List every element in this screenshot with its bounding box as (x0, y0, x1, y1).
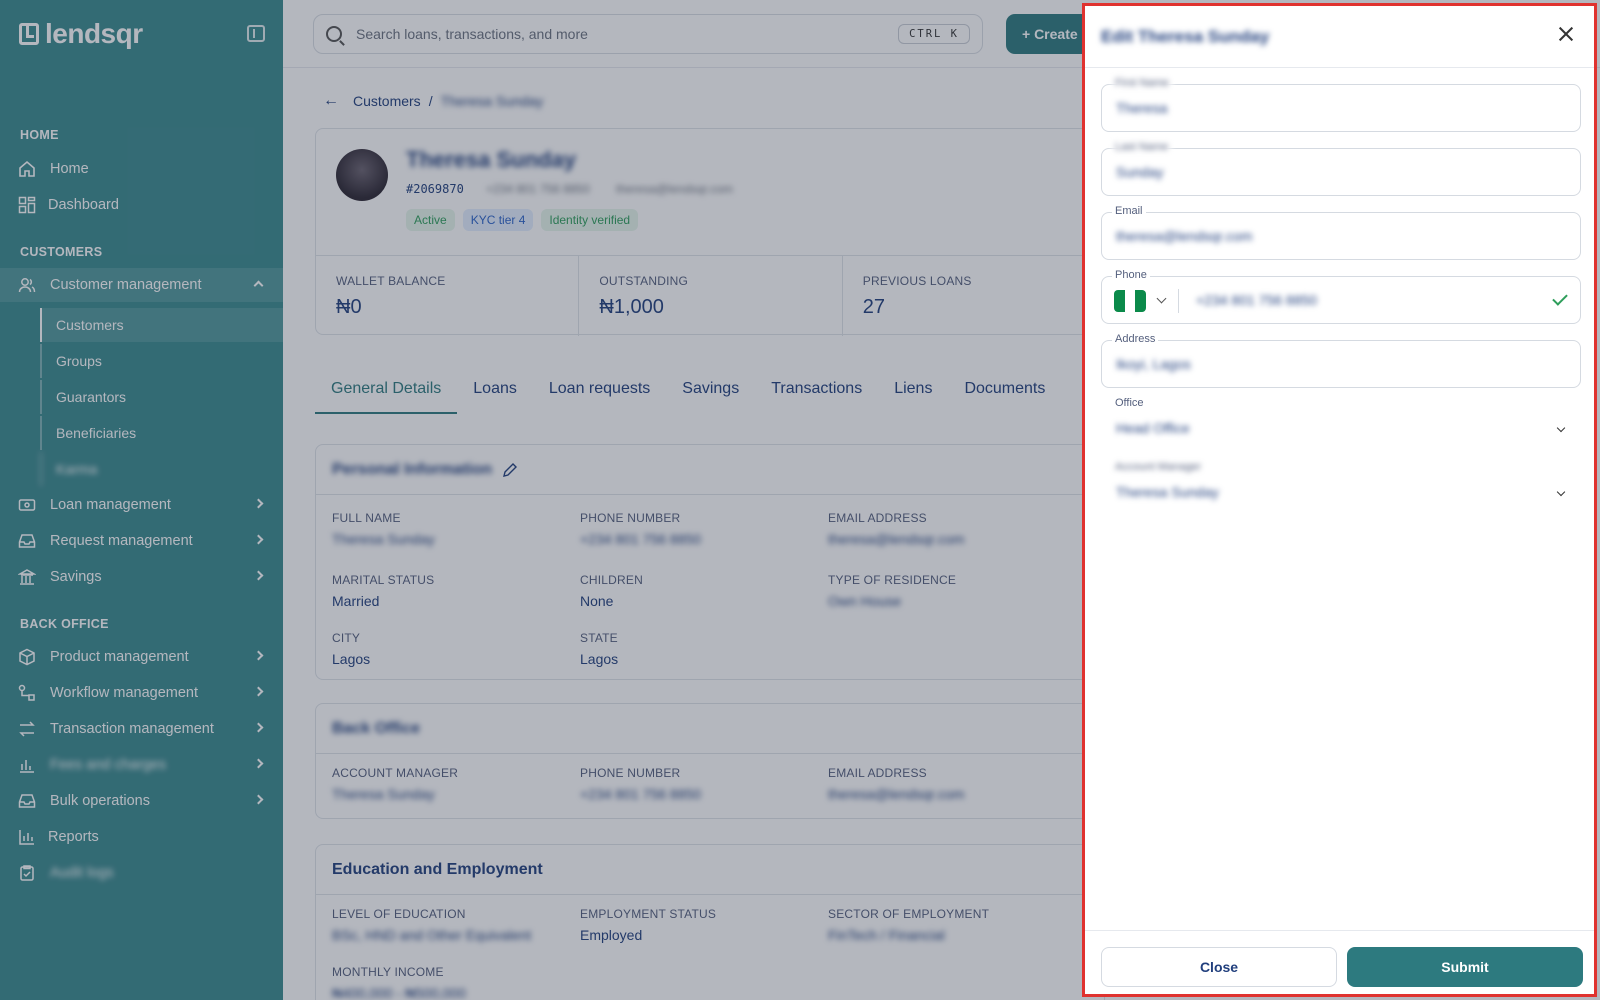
chevron-down-icon (1556, 487, 1566, 497)
field-label: Last Name (1112, 141, 1172, 153)
close-icon[interactable] (1555, 24, 1577, 46)
email-field[interactable]: Email theresa@lendsqr.com (1101, 205, 1581, 260)
divider (1178, 289, 1179, 313)
divider (1085, 67, 1594, 68)
field-value: Theresa Sunday (1116, 484, 1219, 500)
field-value: +234 801 756 8850 (1196, 292, 1318, 308)
phone-field[interactable]: Phone +234 801 756 8850 (1101, 269, 1581, 324)
chevron-down-icon[interactable] (1156, 293, 1167, 304)
submit-button[interactable]: Submit (1347, 947, 1583, 987)
field-label: First Name (1112, 77, 1172, 89)
check-icon (1552, 290, 1568, 306)
last-name-field[interactable]: Last Name Sunday (1101, 141, 1581, 196)
close-button[interactable]: Close (1101, 947, 1337, 987)
drawer-title: Edit Theresa Sunday (1101, 27, 1270, 46)
field-value: theresa@lendsqr.com (1116, 228, 1253, 244)
divider (1085, 930, 1594, 931)
field-value: Head Office (1116, 420, 1190, 436)
edit-customer-drawer: Edit Theresa Sunday First Name Theresa L… (1082, 3, 1597, 997)
field-label: Email (1112, 205, 1146, 217)
account-manager-select[interactable]: Account Manager Theresa Sunday (1101, 461, 1581, 516)
field-label: Address (1112, 333, 1159, 345)
field-value: Ikoyi, Lagos (1116, 356, 1191, 372)
field-label: Office (1115, 397, 1144, 409)
field-value: Theresa (1116, 100, 1168, 116)
field-value: Sunday (1116, 164, 1164, 180)
address-field[interactable]: Address Ikoyi, Lagos (1101, 333, 1581, 388)
office-select[interactable]: Office Head Office (1101, 397, 1581, 452)
nigeria-flag-icon[interactable] (1114, 290, 1146, 312)
field-label: Phone (1112, 269, 1150, 281)
field-label: Account Manager (1115, 461, 1202, 473)
first-name-field[interactable]: First Name Theresa (1101, 77, 1581, 132)
chevron-down-icon (1556, 423, 1566, 433)
